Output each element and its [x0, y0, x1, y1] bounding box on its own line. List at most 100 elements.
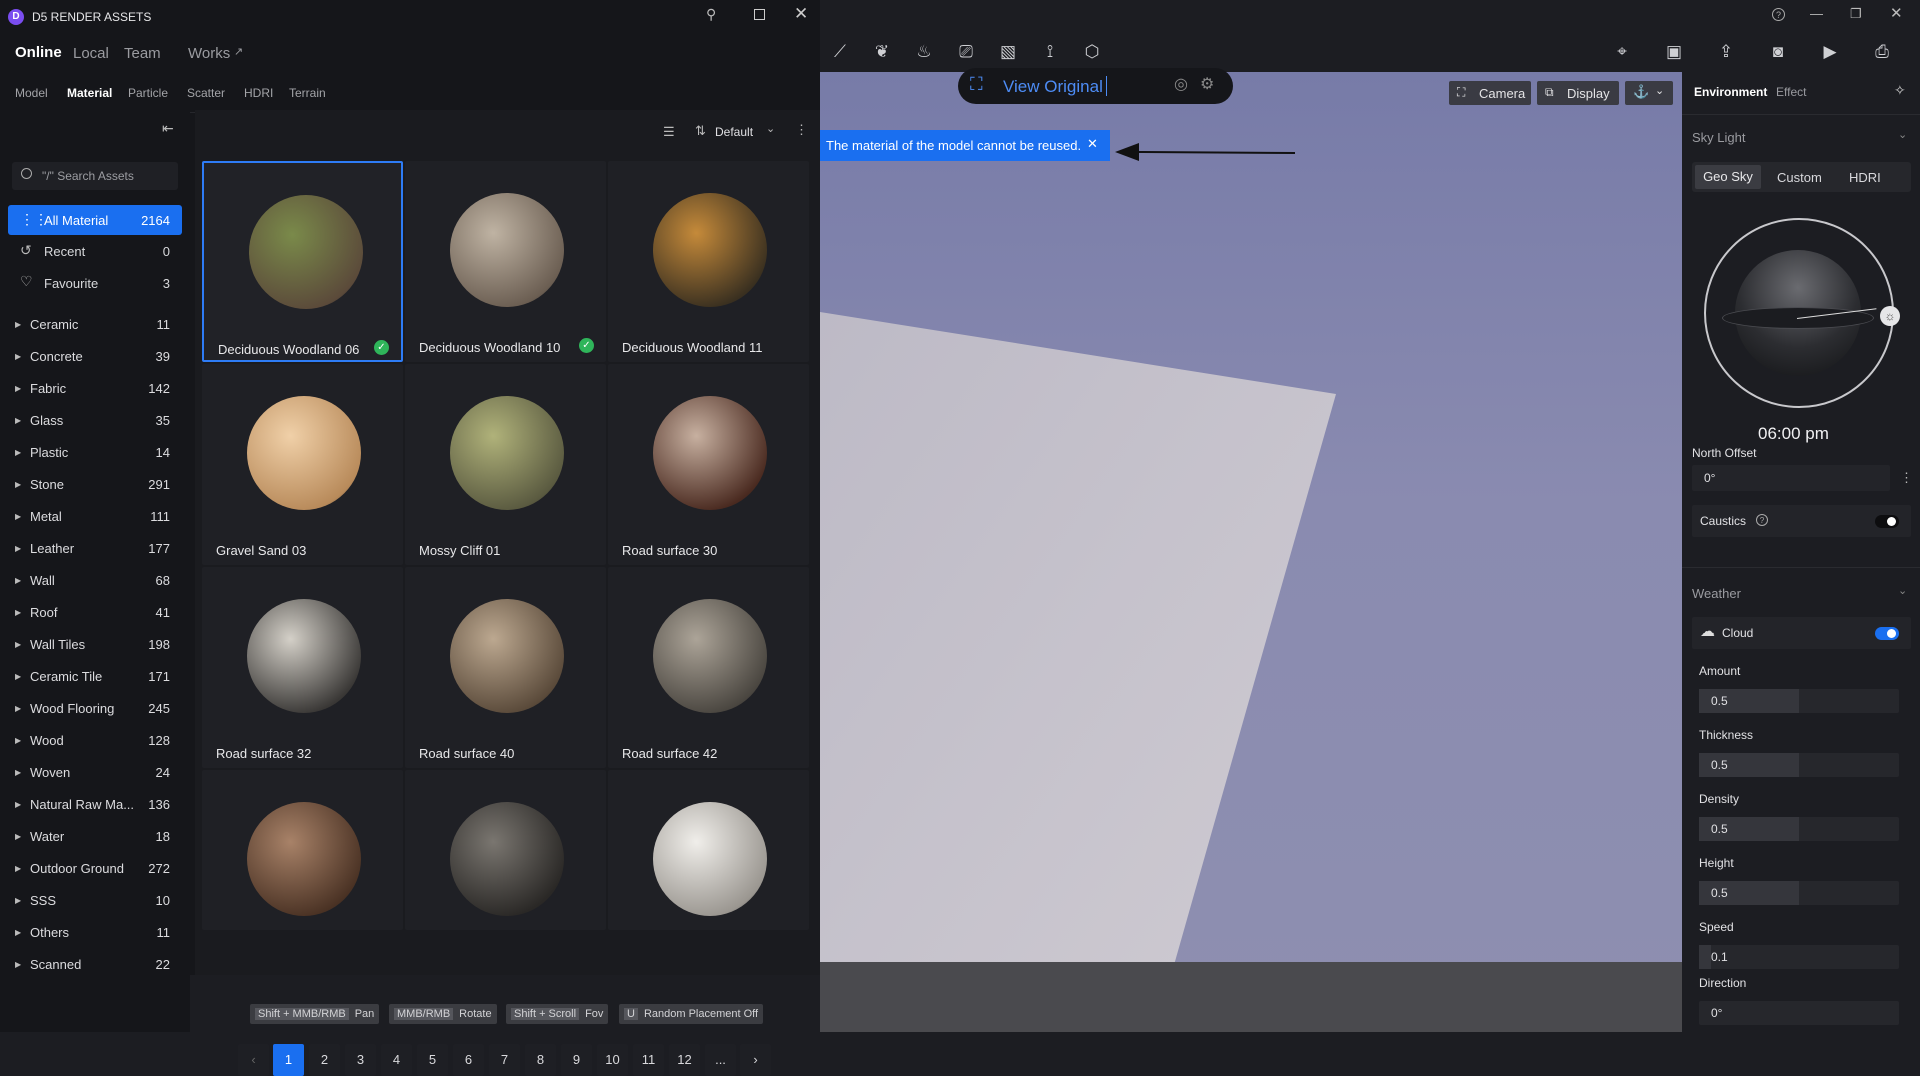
- minimize-icon[interactable]: —: [1810, 6, 1823, 21]
- page-button[interactable]: 12: [669, 1044, 700, 1076]
- category-item[interactable]: ▶ Roof 41: [0, 598, 190, 628]
- tab-team[interactable]: Team: [124, 45, 161, 62]
- tab-works[interactable]: Works: [188, 45, 230, 62]
- maximize-icon[interactable]: [754, 9, 765, 20]
- camera-icon[interactable]: ◙: [1766, 40, 1790, 64]
- collapse-sidebar-icon[interactable]: ⇤: [162, 120, 174, 137]
- category-item[interactable]: ▶ Leather 177: [0, 534, 190, 564]
- more-icon[interactable]: ⋮: [1900, 470, 1913, 486]
- page-button[interactable]: 5: [417, 1044, 448, 1076]
- category-item[interactable]: ▶ Others 11: [0, 918, 190, 948]
- north-offset-field[interactable]: 0°: [1692, 465, 1890, 491]
- 3d-viewport[interactable]: [820, 72, 1682, 1032]
- pin-icon[interactable]: ⚲: [706, 6, 716, 23]
- category-item[interactable]: ▶ Ceramic Tile 171: [0, 662, 190, 692]
- material-tile[interactable]: Deciduous Woodland 06 ✓: [202, 161, 403, 362]
- search-input[interactable]: "/" Search Assets: [42, 169, 134, 183]
- category-item[interactable]: ▶ Wood Flooring 245: [0, 694, 190, 724]
- settings-icon[interactable]: ⚙: [1200, 74, 1214, 94]
- page-button[interactable]: 10: [597, 1044, 628, 1076]
- category-item[interactable]: ▶ Natural Raw Ma... 136: [0, 790, 190, 820]
- category-item[interactable]: ▶ Metal 111: [0, 502, 190, 532]
- path-tool-icon[interactable]: ⟟: [1038, 40, 1062, 64]
- anchor-dropdown[interactable]: ⚓ ⌄: [1625, 81, 1673, 105]
- layers-icon[interactable]: ⬡: [1080, 40, 1104, 64]
- quick-all-material[interactable]: ⋮⋮ All Material 2164: [8, 205, 182, 235]
- tab-environment[interactable]: Environment: [1694, 85, 1767, 99]
- material-tile[interactable]: [202, 770, 403, 930]
- weather-slider[interactable]: 0.5: [1699, 753, 1899, 777]
- leaf-icon[interactable]: ❦: [870, 40, 894, 64]
- category-item[interactable]: ▶ Water 18: [0, 822, 190, 852]
- material-tile[interactable]: Road surface 40: [405, 567, 606, 768]
- camera-button[interactable]: ⛶ Camera: [1449, 81, 1531, 105]
- sky-tab-custom[interactable]: Custom: [1777, 170, 1822, 185]
- type-tab-scatter[interactable]: Scatter: [187, 86, 225, 100]
- category-item[interactable]: ▶ Wall 68: [0, 566, 190, 596]
- location-pin-icon[interactable]: ⌖: [1610, 40, 1634, 64]
- type-tab-hdri[interactable]: HDRI: [244, 86, 273, 100]
- inbox-icon[interactable]: ⎙: [1870, 40, 1894, 64]
- type-tab-terrain[interactable]: Terrain: [289, 86, 326, 100]
- export-icon[interactable]: ⇪: [1714, 40, 1738, 64]
- type-tab-particle[interactable]: Particle: [128, 86, 168, 100]
- display-button[interactable]: ⧉ Display: [1537, 81, 1619, 105]
- close-window-icon[interactable]: ✕: [1890, 4, 1903, 22]
- texture-icon[interactable]: ▧: [996, 40, 1020, 64]
- category-item[interactable]: ▶ Stone 291: [0, 470, 190, 500]
- page-button[interactable]: 2: [309, 1044, 340, 1076]
- quick-recent[interactable]: ↺ Recent 0: [8, 236, 182, 266]
- sort-dropdown[interactable]: Default: [715, 125, 753, 139]
- page-button[interactable]: 11: [633, 1044, 664, 1076]
- sparkle-icon[interactable]: ✧: [1894, 82, 1906, 99]
- tab-effect[interactable]: Effect: [1776, 85, 1806, 99]
- type-tab-material[interactable]: Material: [67, 86, 112, 100]
- close-icon[interactable]: ✕: [794, 4, 808, 24]
- flame-icon[interactable]: ♨: [912, 40, 936, 64]
- material-tile[interactable]: Mossy Cliff 01: [405, 364, 606, 565]
- search-box[interactable]: "/" Search Assets: [12, 162, 178, 190]
- page-button[interactable]: 9: [561, 1044, 592, 1076]
- page-button[interactable]: ...: [705, 1044, 736, 1076]
- measure-icon[interactable]: ⟋: [828, 40, 852, 64]
- page-button[interactable]: 4: [381, 1044, 412, 1076]
- chevron-down-icon[interactable]: ⌄: [1898, 584, 1907, 597]
- video-icon[interactable]: ▶: [1818, 40, 1842, 64]
- tab-online[interactable]: Online: [15, 44, 62, 61]
- weather-slider[interactable]: 0.5: [1699, 881, 1899, 905]
- page-button[interactable]: 7: [489, 1044, 520, 1076]
- chevron-down-icon[interactable]: ⌄: [1898, 128, 1907, 141]
- toast-close-icon[interactable]: ✕: [1087, 136, 1098, 152]
- material-tile[interactable]: [608, 770, 809, 930]
- next-page-button[interactable]: ›: [740, 1044, 771, 1076]
- category-item[interactable]: ▶ SSS 10: [0, 886, 190, 916]
- material-tile[interactable]: Road surface 42: [608, 567, 809, 768]
- prev-page-button[interactable]: ‹: [238, 1044, 269, 1076]
- quick-favourite[interactable]: ♡ Favourite 3: [8, 268, 182, 298]
- tab-local[interactable]: Local: [73, 45, 109, 62]
- weather-slider[interactable]: 0.1: [1699, 945, 1899, 969]
- category-item[interactable]: ▶ Fabric 142: [0, 374, 190, 404]
- view-original-button[interactable]: View Original: [1003, 77, 1103, 97]
- material-tile[interactable]: Gravel Sand 03: [202, 364, 403, 565]
- render-queue-icon[interactable]: ▣: [1662, 40, 1686, 64]
- sky-tab-hdri[interactable]: HDRI: [1849, 170, 1881, 185]
- cloud-toggle[interactable]: [1875, 627, 1899, 640]
- category-item[interactable]: ▶ Scanned 22: [0, 950, 190, 980]
- restore-icon[interactable]: ❐: [1850, 6, 1862, 22]
- help-icon[interactable]: ?: [1772, 8, 1785, 21]
- page-button[interactable]: 6: [453, 1044, 484, 1076]
- category-item[interactable]: ▶ Plastic 14: [0, 438, 190, 468]
- material-tile[interactable]: Road surface 30: [608, 364, 809, 565]
- video-add-icon[interactable]: ⎚: [954, 40, 978, 64]
- direction-field[interactable]: 0°: [1699, 1001, 1899, 1025]
- material-tile[interactable]: Deciduous Woodland 10 ✓: [405, 161, 606, 362]
- list-view-icon[interactable]: ☰: [663, 124, 675, 140]
- category-item[interactable]: ▶ Outdoor Ground 272: [0, 854, 190, 884]
- material-tile[interactable]: Deciduous Woodland 11: [608, 161, 809, 362]
- page-button[interactable]: 3: [345, 1044, 376, 1076]
- category-item[interactable]: ▶ Wood 128: [0, 726, 190, 756]
- weather-slider[interactable]: 0.5: [1699, 817, 1899, 841]
- material-tile[interactable]: [405, 770, 606, 930]
- category-item[interactable]: ▶ Wall Tiles 198: [0, 630, 190, 660]
